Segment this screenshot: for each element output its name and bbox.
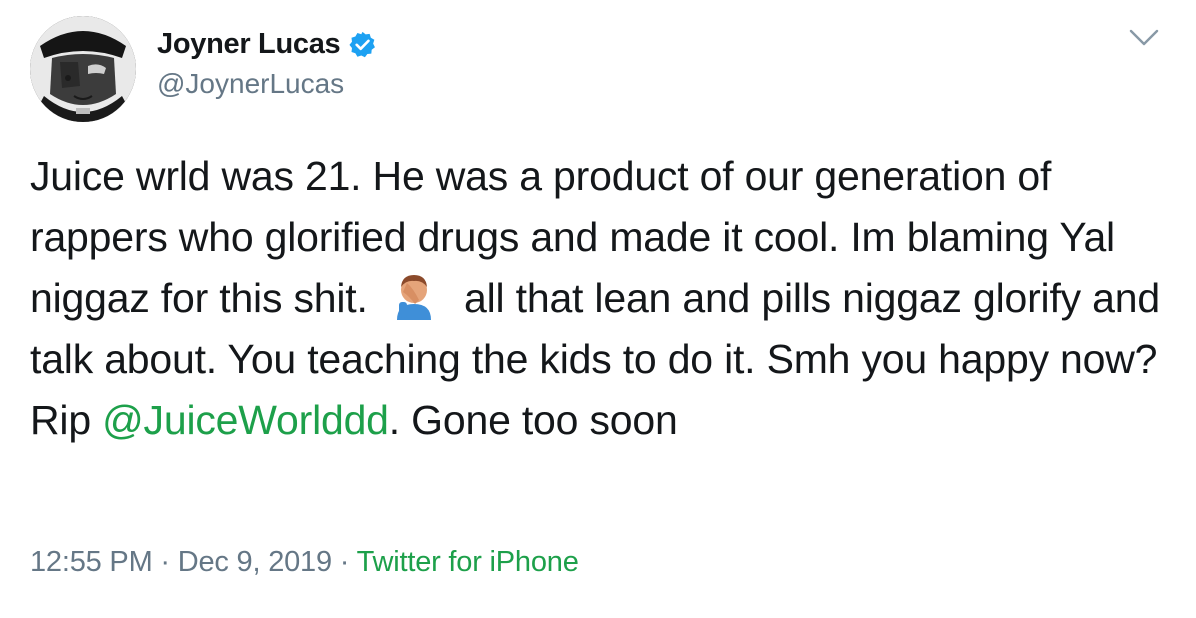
- verified-badge-icon: [348, 30, 377, 59]
- tweet-metadata: 12:55 PM · Dec 9, 2019 · Twitter for iPh…: [30, 546, 579, 579]
- tweet-date[interactable]: Dec 9, 2019: [178, 546, 332, 578]
- profile-photo: [30, 16, 136, 122]
- chevron-down-icon[interactable]: [1128, 28, 1160, 48]
- tweet-text-part-3: . Gone too soon: [388, 397, 678, 443]
- tweet-source-link[interactable]: Twitter for iPhone: [357, 546, 579, 578]
- man-facepalming-emoji: [389, 270, 439, 320]
- author-name-row[interactable]: Joyner Lucas: [157, 25, 377, 63]
- mention-link[interactable]: @JuiceWorlddd: [102, 397, 389, 443]
- avatar[interactable]: [30, 16, 136, 122]
- meta-separator: ·: [160, 546, 170, 578]
- author-display-name[interactable]: Joyner Lucas: [157, 28, 341, 61]
- tweet-time[interactable]: 12:55 PM: [30, 546, 153, 578]
- tweet-text: Juice wrld was 21. He was a product of o…: [30, 146, 1170, 451]
- meta-separator-2: ·: [339, 546, 350, 578]
- author-handle[interactable]: @JoynerLucas: [157, 68, 344, 100]
